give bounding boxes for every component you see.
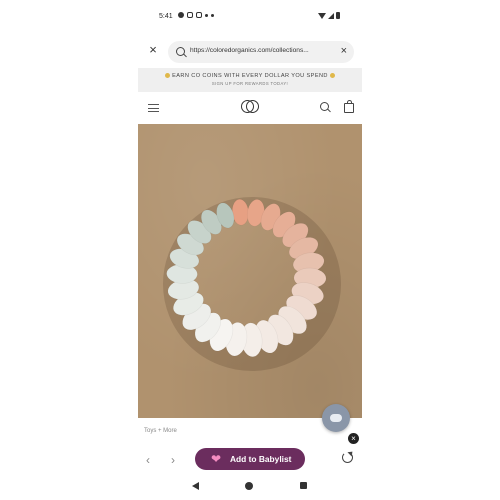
address-bar[interactable]: https://coloredorganics.com/collections.… <box>168 41 354 63</box>
wifi-icon <box>318 12 326 19</box>
notification-icons <box>178 12 214 18</box>
url-text[interactable]: https://coloredorganics.com/collections.… <box>190 47 330 54</box>
browser-toolbar: ‹ › ❤ Add to Babylist <box>138 446 362 474</box>
promo-banner[interactable]: EARN CO COINS WITH EVERY DOLLAR YOU SPEN… <box>138 68 362 92</box>
close-tab-button[interactable]: × <box>146 43 160 57</box>
instagram-icon <box>196 12 202 18</box>
status-bar: 5:41 <box>138 10 362 26</box>
product-image <box>138 124 362 418</box>
babylist-label: Add to Babylist <box>230 454 292 464</box>
clear-url-button[interactable]: × <box>341 45 347 58</box>
site-header <box>138 92 362 122</box>
system-nav-bar <box>138 478 362 496</box>
menu-icon[interactable] <box>148 104 159 112</box>
back-triangle-icon[interactable] <box>192 482 199 490</box>
battery-icon <box>336 12 340 19</box>
promo-subline: SIGN UP FOR REWARDS TODAY! <box>211 81 289 86</box>
browser-url-row: × https://coloredorganics.com/collection… <box>138 38 362 66</box>
shopping-bag-icon[interactable] <box>344 100 354 113</box>
search-icon[interactable] <box>320 102 329 111</box>
brand-logo[interactable] <box>241 100 259 114</box>
chat-widget-button[interactable] <box>322 404 350 432</box>
reload-icon[interactable] <box>342 452 353 463</box>
system-icons <box>318 12 340 19</box>
home-circle-icon[interactable] <box>245 482 253 490</box>
coin-icon <box>329 73 335 79</box>
breadcrumb[interactable]: Toys + More <box>144 428 177 434</box>
chat-bubble-icon <box>178 12 184 18</box>
phone-screen: 5:41 × https://coloredorganics.com/colle… <box>138 0 362 500</box>
instagram-icon <box>187 12 193 18</box>
coin-icon <box>165 73 171 79</box>
forward-button[interactable]: › <box>171 453 175 467</box>
share-icon <box>205 13 208 17</box>
heart-icon: ❤ <box>211 452 222 466</box>
teether-illustration <box>163 197 341 371</box>
signal-icon <box>328 12 334 19</box>
promo-headline: EARN CO COINS WITH EVERY DOLLAR YOU SPEN… <box>172 73 328 79</box>
recents-square-icon[interactable] <box>300 482 307 489</box>
search-icon <box>176 47 185 56</box>
add-to-babylist-button[interactable]: ❤ Add to Babylist <box>195 448 305 470</box>
back-button[interactable]: ‹ <box>146 453 150 467</box>
dot-icon <box>211 13 214 17</box>
close-icon[interactable]: × <box>348 433 359 444</box>
status-time: 5:41 <box>159 13 173 20</box>
